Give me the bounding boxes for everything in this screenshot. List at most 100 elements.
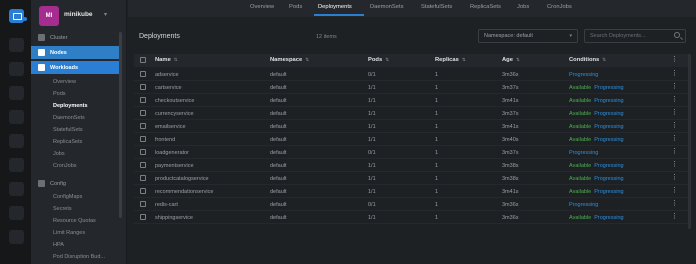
tab-jobs[interactable]: Jobs <box>517 4 529 10</box>
tab-deployments[interactable]: Deployments <box>318 4 352 10</box>
row-checkbox[interactable] <box>140 123 146 129</box>
sidebar-item-cluster[interactable]: Cluster <box>31 32 119 43</box>
hotbar-slot-3[interactable] <box>9 86 24 100</box>
row-menu-icon[interactable]: ⋮ <box>671 109 678 117</box>
row-menu-icon[interactable]: ⋮ <box>671 213 678 221</box>
sidebar-subitem-pods[interactable]: Pods <box>31 88 119 99</box>
column-header-conditions[interactable]: Conditions ⇅ <box>569 57 606 63</box>
column-label: Conditions <box>569 57 600 63</box>
sidebar-subitem-resource-quotas[interactable]: Resource Quotas <box>31 215 119 226</box>
row-checkbox[interactable] <box>140 136 146 142</box>
cell-conditions: Available Progressing <box>569 124 627 130</box>
column-header-pods[interactable]: Pods ⇅ <box>368 57 389 63</box>
sidebar-subitem-jobs[interactable]: Jobs <box>31 148 119 159</box>
cluster-workspace-icon[interactable] <box>9 9 24 23</box>
cell-pods: 1/1 <box>368 137 376 143</box>
table-scrollbar[interactable] <box>688 54 691 229</box>
table-row[interactable]: shippingservice default 1/1 1 3m36s Available… <box>134 211 690 224</box>
hotbar-slot-1[interactable] <box>9 38 24 52</box>
table-row[interactable]: recommendationservice default 1/1 1 3m41s Ava… <box>134 185 690 198</box>
sort-icon: ⇅ <box>515 57 520 62</box>
row-menu-icon[interactable]: ⋮ <box>671 148 678 156</box>
search-input[interactable]: Search Deployments... <box>584 29 686 43</box>
cell-age: 3m37s <box>502 150 519 156</box>
sidebar-subitem-hpa[interactable]: HPA <box>31 239 119 250</box>
table-row[interactable]: redis-cart default 0/1 1 3m36s Progressing ⋮ <box>134 198 690 211</box>
hotbar-slot-8[interactable] <box>9 206 24 220</box>
row-checkbox[interactable] <box>140 162 146 168</box>
row-menu-icon[interactable]: ⋮ <box>671 122 678 130</box>
tab-cronjobs[interactable]: CronJobs <box>547 4 572 10</box>
row-checkbox[interactable] <box>140 84 146 90</box>
row-menu-icon[interactable]: ⋮ <box>671 187 678 195</box>
tab-daemonsets[interactable]: DaemonSets <box>370 4 404 10</box>
tab-pods[interactable]: Pods <box>289 4 302 10</box>
namespace-select[interactable]: Namespace: default ▾ <box>478 29 578 43</box>
row-menu-icon[interactable]: ⋮ <box>671 174 678 182</box>
sidebar-item-workloads[interactable]: Workloads <box>31 61 119 74</box>
hotbar-slot-7[interactable] <box>9 182 24 196</box>
sidebar-subitem-overview[interactable]: Overview <box>31 76 119 87</box>
sidebar-item-config[interactable]: Config <box>31 178 119 189</box>
sidebar-item-nodes[interactable]: Nodes <box>31 46 119 59</box>
column-header-replicas[interactable]: Replicas ⇅ <box>435 57 466 63</box>
table-row[interactable]: checkoutservice default 1/1 1 3m41s Available… <box>134 94 690 107</box>
row-checkbox[interactable] <box>140 149 146 155</box>
row-menu-icon[interactable]: ⋮ <box>671 161 678 169</box>
table-row[interactable]: frontend default 1/1 1 3m40s Available Progres… <box>134 133 690 146</box>
sidebar-subitem-secrets[interactable]: Secrets <box>31 203 119 214</box>
condition-available: Available <box>569 85 592 91</box>
row-checkbox[interactable] <box>140 110 146 116</box>
hotbar-slot-2[interactable] <box>9 62 24 76</box>
sidebar-subitem-statefulsets[interactable]: StatefulSets <box>31 124 119 135</box>
tab-statefulsets[interactable]: StatefulSets <box>421 4 452 10</box>
row-menu-icon[interactable]: ⋮ <box>671 135 678 143</box>
sidebar-subitem-cronjobs[interactable]: CronJobs <box>31 160 119 171</box>
table-row[interactable]: adservice default 0/1 1 3m36s Progressing ⋮ <box>134 68 690 81</box>
cell-name: adservice <box>155 72 179 78</box>
cell-replicas: 1 <box>435 98 439 104</box>
table-row[interactable]: emailservice default 1/1 1 3m41s Available Pro… <box>134 120 690 133</box>
cell-namespace: default <box>270 215 287 221</box>
cell-name: productcatalogservice <box>155 176 209 182</box>
row-checkbox[interactable] <box>140 97 146 103</box>
row-checkbox[interactable] <box>140 188 146 194</box>
sidebar-scrollbar[interactable] <box>119 32 122 218</box>
column-header-age[interactable]: Age ⇅ <box>502 57 520 63</box>
sidebar-subitem-limit-ranges[interactable]: Limit Ranges <box>31 227 119 238</box>
tab-overview[interactable]: Overview <box>250 4 274 10</box>
row-menu-icon[interactable]: ⋮ <box>671 96 678 104</box>
row-checkbox[interactable] <box>140 175 146 181</box>
select-all-checkbox[interactable] <box>140 57 146 63</box>
sidebar-subitem-replicasets[interactable]: ReplicaSets <box>31 136 119 147</box>
row-checkbox[interactable] <box>140 201 146 207</box>
row-menu-icon[interactable]: ⋮ <box>671 200 678 208</box>
table-row[interactable]: loadgenerator default 0/1 1 3m37s Progressing… <box>134 146 690 159</box>
table-row[interactable]: productcatalogservice default 1/1 1 3m38s Ava… <box>134 172 690 185</box>
sort-icon: ⇅ <box>461 57 466 62</box>
table-row[interactable]: paymentservice default 1/1 1 3m38s Available P… <box>134 159 690 172</box>
cell-age: 3m41s <box>502 124 519 130</box>
sidebar-subitem-deployments[interactable]: Deployments <box>31 100 119 111</box>
hotbar-slot-5[interactable] <box>9 134 24 148</box>
hotbar-slot-4[interactable] <box>9 110 24 124</box>
row-menu-icon[interactable]: ⋮ <box>671 70 678 78</box>
table-row[interactable]: currencyservice default 1/1 1 3m37s Available… <box>134 107 690 120</box>
sidebar-subitem-daemonsets[interactable]: DaemonSets <box>31 112 119 123</box>
column-header-name[interactable]: Name ⇅ <box>155 57 178 63</box>
column-menu-icon[interactable]: ⋮ <box>671 56 678 64</box>
hotbar-slot-6[interactable] <box>9 158 24 172</box>
row-checkbox[interactable] <box>140 214 146 220</box>
cluster-switcher[interactable]: MI minikube ▾ <box>39 6 123 26</box>
namespace-select-value: Namespace: default <box>484 33 533 39</box>
hotbar-slot-9[interactable] <box>9 230 24 244</box>
table-row[interactable]: cartservice default 1/1 1 3m37s Available Prog… <box>134 81 690 94</box>
sidebar-subitem-configmaps[interactable]: ConfigMaps <box>31 191 119 202</box>
sidebar-subitem-pod-disruption-budgets[interactable]: Pod Disruption Bud... <box>31 251 119 262</box>
column-header-namespace[interactable]: Namespace ⇅ <box>270 57 309 63</box>
row-menu-icon[interactable]: ⋮ <box>671 83 678 91</box>
cell-pods: 1/1 <box>368 189 376 195</box>
row-checkbox[interactable] <box>140 71 146 77</box>
tab-replicasets[interactable]: ReplicaSets <box>470 4 501 10</box>
cell-namespace: default <box>270 189 287 195</box>
